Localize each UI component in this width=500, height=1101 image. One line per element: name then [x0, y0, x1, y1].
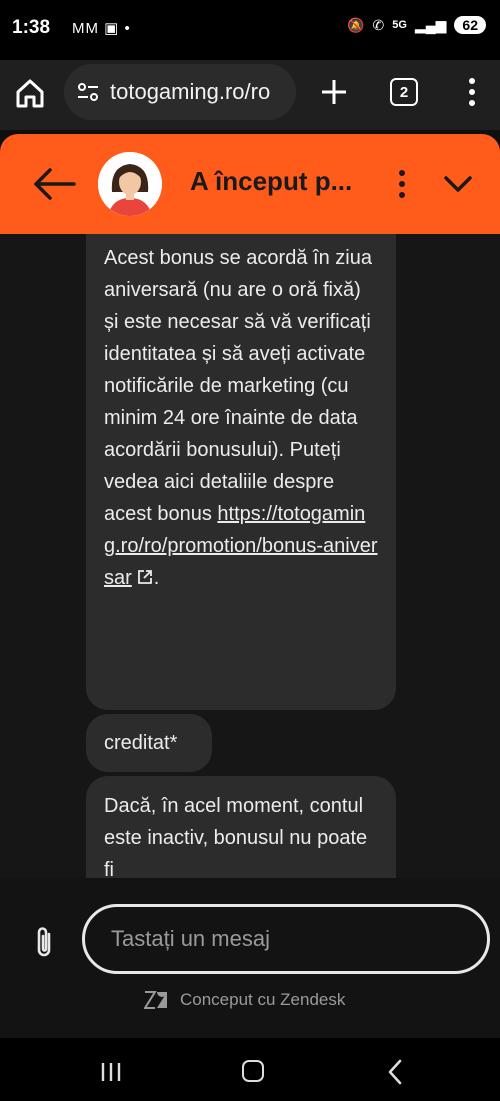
message-text: creditat*	[104, 732, 178, 754]
message-text: Acest bonus se acordă în ziua aniversară…	[104, 247, 372, 525]
network-label: 5G	[392, 19, 407, 31]
battery-indicator: 62	[454, 16, 486, 34]
mute-icon: 🔕	[347, 16, 365, 33]
recent-apps-icon[interactable]	[100, 1062, 122, 1082]
home-icon[interactable]	[14, 76, 46, 110]
dot-icon: •	[124, 20, 131, 37]
chat-header: A început p...	[0, 134, 500, 234]
system-home-icon[interactable]	[242, 1060, 264, 1082]
external-link-icon[interactable]	[136, 568, 154, 586]
browser-menu-icon[interactable]	[462, 76, 482, 108]
new-tab-icon[interactable]	[318, 76, 350, 108]
status-right: 🔕 ✆ 5G ▂▄▆ 62	[347, 16, 486, 34]
tab-switcher-button[interactable]: 2	[390, 78, 418, 106]
wifi-call-icon: ✆	[372, 16, 385, 33]
gmail-icon: M	[72, 20, 86, 37]
status-bar: 1:38 MM ▣ • 🔕 ✆ 5G ▂▄▆ 62	[0, 0, 500, 60]
back-arrow-icon[interactable]	[30, 166, 78, 202]
system-nav-bar	[0, 1038, 500, 1101]
status-time: 1:38	[12, 17, 51, 38]
zendesk-footer[interactable]: Conceput cu Zendesk	[144, 990, 345, 1010]
zendesk-logo-icon	[144, 991, 167, 1009]
message-text: Dacă, în acel moment, contul este inacti…	[104, 795, 368, 878]
zendesk-label: Conceput cu Zendesk	[180, 990, 346, 1009]
browser-toolbar: totogaming.ro/ro 2	[0, 60, 500, 130]
address-bar[interactable]: totogaming.ro/ro	[64, 64, 296, 120]
briefcase-icon: ▣	[104, 20, 120, 37]
message-bubble: Dacă, în acel moment, contul este inacti…	[86, 776, 396, 878]
signal-icon: ▂▄▆	[414, 16, 447, 33]
gmail-icon: M	[85, 20, 99, 37]
url-text: totogaming.ro/ro	[110, 79, 271, 104]
notification-icons: MM ▣ •	[72, 19, 131, 37]
chevron-down-icon[interactable]	[442, 170, 474, 198]
message-bubble: creditat*	[86, 714, 212, 772]
chat-menu-icon[interactable]	[392, 168, 412, 200]
message-list[interactable]: Acest bonus se acordă în ziua aniversară…	[0, 234, 500, 878]
site-settings-icon[interactable]	[76, 81, 100, 103]
message-suffix: .	[153, 567, 160, 589]
paperclip-icon[interactable]	[30, 924, 58, 960]
composer: Conceput cu Zendesk	[0, 878, 500, 1038]
system-back-icon[interactable]	[386, 1058, 404, 1086]
chat-title: A început p...	[190, 166, 353, 196]
message-bubble: Acest bonus se acordă în ziua aniversară…	[86, 234, 396, 710]
message-input[interactable]	[82, 904, 490, 974]
agent-avatar	[98, 152, 162, 216]
